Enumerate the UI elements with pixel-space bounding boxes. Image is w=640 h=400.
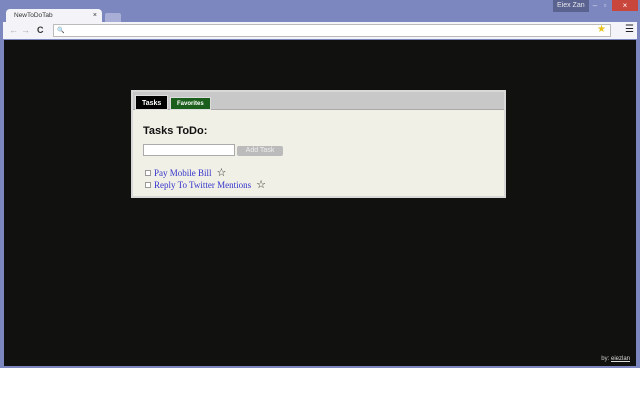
back-icon[interactable]: ← xyxy=(9,25,18,35)
minimize-button[interactable]: – xyxy=(590,0,600,11)
task-label[interactable]: Reply To Twitter Mentions xyxy=(154,180,251,190)
tasks-heading: Tasks ToDo: xyxy=(143,125,208,137)
bookmark-star-icon[interactable]: ★ xyxy=(597,24,606,35)
by-label: by: xyxy=(601,356,610,362)
task-checkbox[interactable] xyxy=(145,169,151,176)
favorite-star-icon[interactable]: ☆ xyxy=(256,178,266,191)
task-input[interactable] xyxy=(143,144,235,156)
task-checkbox[interactable] xyxy=(145,181,151,188)
task-item: Reply To Twitter Mentions ☆ xyxy=(145,178,266,191)
panel-tabs: Tasks Favorites xyxy=(133,92,504,110)
close-window-button[interactable]: × xyxy=(612,0,638,11)
add-task-button[interactable]: Add Task xyxy=(237,146,283,156)
page-content: Tasks Favorites Tasks ToDo: Add Task Pay… xyxy=(4,40,636,366)
search-icon: 🔍 xyxy=(57,28,65,34)
todo-panel: Tasks Favorites Tasks ToDo: Add Task Pay… xyxy=(131,90,506,198)
forward-icon[interactable]: → xyxy=(21,25,30,35)
tab-tasks[interactable]: Tasks xyxy=(135,95,169,110)
task-label[interactable]: Pay Mobile Bill xyxy=(154,168,212,178)
browser-tab[interactable]: NewToDoTab × xyxy=(6,9,102,23)
tab-favorites[interactable]: Favorites xyxy=(170,97,211,110)
author-link[interactable]: eiezlan xyxy=(611,356,630,362)
menu-icon[interactable]: ☰ xyxy=(625,24,634,35)
address-bar[interactable]: 🔍 ★ xyxy=(53,24,611,37)
footer-credit: by: eiezlan xyxy=(601,356,630,362)
maximize-button[interactable]: ▫ xyxy=(600,0,610,11)
tab-title: NewToDoTab xyxy=(14,12,53,19)
profile-button[interactable]: Eiex Zan xyxy=(553,0,589,12)
new-tab-button[interactable] xyxy=(105,13,121,22)
tab-close-icon[interactable]: × xyxy=(93,12,97,19)
browser-frame: Eiex Zan – ▫ × NewToDoTab × ← → C 🔍 ★ ☰ Ta… xyxy=(0,0,640,368)
reload-icon[interactable]: C xyxy=(37,25,44,35)
toolbar: ← → C 🔍 ★ ☰ xyxy=(3,22,637,39)
